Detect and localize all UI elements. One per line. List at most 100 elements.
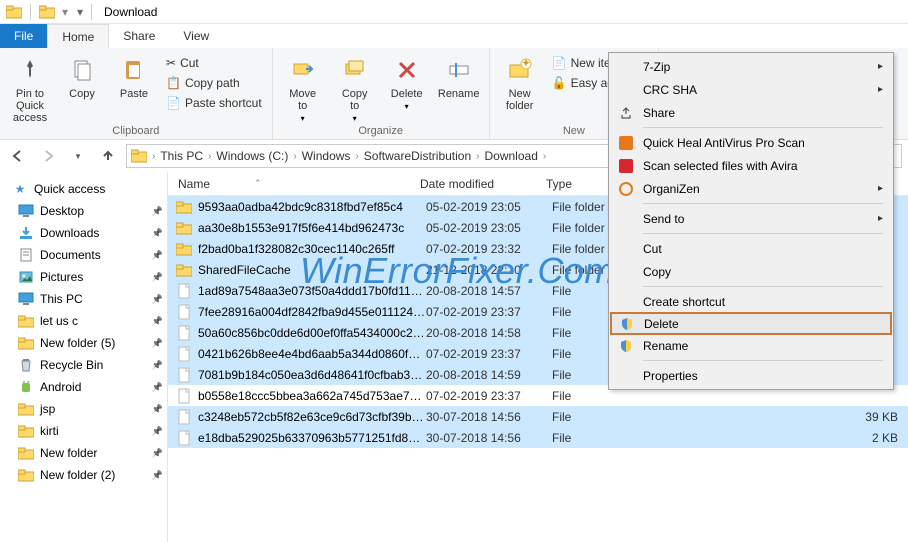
file-date: 07-02-2019 23:37 xyxy=(426,347,552,361)
ribbon-group-organize: Move to ▾ Copy to ▾ Delete ▾ Rename Orga… xyxy=(273,48,490,139)
ctx-avira[interactable]: Scan selected files with Avira xyxy=(611,154,891,177)
pin-icon: 📌 xyxy=(152,404,163,415)
sidebar-item[interactable]: Pictures📌 xyxy=(0,266,167,288)
ctx-7zip[interactable]: 7-Zip▸ xyxy=(611,55,891,78)
copy-path-button[interactable]: 📋Copy path xyxy=(162,74,266,92)
chevron-right-icon[interactable]: › xyxy=(473,151,482,162)
move-to-icon xyxy=(287,54,319,86)
sidebar-item[interactable]: New folder (2)📌 xyxy=(0,464,167,486)
sidebar-item-label: New folder xyxy=(40,446,97,460)
sidebar-item[interactable]: Downloads📌 xyxy=(0,222,167,244)
paste-shortcut-button[interactable]: 📄Paste shortcut xyxy=(162,94,266,112)
tab-home[interactable]: Home xyxy=(47,24,109,48)
share-icon xyxy=(615,106,637,120)
sidebar-item[interactable]: Android📌 xyxy=(0,376,167,398)
sidebar-icon xyxy=(18,225,34,241)
breadcrumb[interactable]: Windows (C:) xyxy=(216,149,288,163)
folder-icon[interactable] xyxy=(37,2,57,22)
ctx-create-shortcut[interactable]: Create shortcut xyxy=(611,290,891,313)
context-menu: 7-Zip▸ CRC SHA▸ Share Quick Heal AntiVir… xyxy=(608,52,894,390)
column-name[interactable]: Name⌃ xyxy=(168,177,420,191)
file-name: e18dba529025b63370963b5771251fd8b1c... xyxy=(198,431,426,445)
organizen-icon xyxy=(615,182,637,196)
submenu-arrow-icon: ▸ xyxy=(878,84,883,95)
copy-path-icon: 📋 xyxy=(166,76,181,90)
pin-icon: 📌 xyxy=(152,316,163,327)
ctx-separator xyxy=(643,127,883,128)
up-button[interactable] xyxy=(96,144,120,168)
file-name: SharedFileCache xyxy=(198,263,426,277)
sidebar-quick-access[interactable]: ★ Quick access xyxy=(0,178,167,200)
chevron-right-icon[interactable]: › xyxy=(205,151,214,162)
sidebar-item[interactable]: let us c 📌 xyxy=(0,310,167,332)
recent-dropdown[interactable]: ▾ xyxy=(66,144,90,168)
qat-dropdown-icon[interactable]: ▾ xyxy=(59,2,71,22)
sidebar-item[interactable]: jsp📌 xyxy=(0,398,167,420)
tab-share[interactable]: Share xyxy=(109,24,169,48)
rename-button[interactable]: Rename xyxy=(435,52,483,100)
sidebar-item[interactable]: New folder📌 xyxy=(0,442,167,464)
copy-to-button[interactable]: Copy to ▾ xyxy=(331,52,379,123)
ctx-crc-sha[interactable]: CRC SHA▸ xyxy=(611,78,891,101)
sidebar-icon xyxy=(18,445,34,461)
breadcrumb[interactable]: Download xyxy=(485,149,538,163)
back-button[interactable] xyxy=(6,144,30,168)
scissors-icon: ✂ xyxy=(166,56,176,70)
paste-shortcut-icon: 📄 xyxy=(166,96,181,110)
ctx-separator xyxy=(643,286,883,287)
sidebar-item[interactable]: Documents📌 xyxy=(0,244,167,266)
ctx-share[interactable]: Share xyxy=(611,101,891,124)
file-type: File xyxy=(552,389,632,403)
chevron-right-icon[interactable]: › xyxy=(290,151,299,162)
breadcrumb[interactable]: Windows xyxy=(302,149,351,163)
file-name: aa30e8b1553e917f5f6e414bd962473c xyxy=(198,221,426,235)
file-icon xyxy=(176,346,192,362)
file-size: 2 KB xyxy=(632,431,908,445)
title-bar: ▾ ▾ Download xyxy=(0,0,908,24)
file-name: b0558e18ccc5bbea3a662a745d753ae7be0... xyxy=(198,389,426,403)
pin-icon: 📌 xyxy=(152,272,163,283)
sidebar-icon xyxy=(18,313,34,329)
move-to-button[interactable]: Move to ▾ xyxy=(279,52,327,123)
ctx-cut[interactable]: Cut xyxy=(611,237,891,260)
ctx-organizen[interactable]: OrganiZen▸ xyxy=(611,177,891,200)
copy-button[interactable]: Copy xyxy=(58,52,106,100)
file-icon xyxy=(176,283,192,299)
column-date[interactable]: Date modified xyxy=(420,177,546,191)
chevron-right-icon[interactable]: › xyxy=(352,151,361,162)
table-row[interactable]: c3248eb572cb5f82e63ce9c6d73cfbf39b10...3… xyxy=(168,406,908,427)
tab-view[interactable]: View xyxy=(169,24,223,48)
pin-to-quick-access-button[interactable]: Pin to Quick access xyxy=(6,52,54,124)
sidebar-item[interactable]: This PC📌 xyxy=(0,288,167,310)
table-row[interactable]: e18dba529025b63370963b5771251fd8b1c...30… xyxy=(168,427,908,448)
ctx-quickheal[interactable]: Quick Heal AntiVirus Pro Scan xyxy=(611,131,891,154)
file-icon xyxy=(176,304,192,320)
ctx-rename[interactable]: Rename xyxy=(611,334,891,357)
ctx-delete[interactable]: Delete xyxy=(610,312,892,335)
sidebar-item[interactable]: New folder (5)📌 xyxy=(0,332,167,354)
pin-icon: 📌 xyxy=(152,228,163,239)
sidebar-item[interactable]: Recycle Bin📌 xyxy=(0,354,167,376)
forward-button[interactable] xyxy=(36,144,60,168)
file-name: 50a60c856bc0dde6d00ef0ffa5434000c25c... xyxy=(198,326,426,340)
breadcrumb[interactable]: This PC xyxy=(160,149,203,163)
sidebar-item[interactable]: kirti📌 xyxy=(0,420,167,442)
ctx-copy[interactable]: Copy xyxy=(611,260,891,283)
chevron-right-icon[interactable]: › xyxy=(540,151,549,162)
breadcrumb[interactable]: SoftwareDistribution xyxy=(364,149,471,163)
sidebar-item-label: Desktop xyxy=(40,204,84,218)
tab-file[interactable]: File xyxy=(0,24,47,48)
file-date: 21-12-2018 22:10 xyxy=(426,263,552,277)
new-folder-button[interactable]: ✦ New folder xyxy=(496,52,544,112)
sidebar-item-label: let us c xyxy=(40,314,78,328)
cut-button[interactable]: ✂Cut xyxy=(162,54,266,72)
ctx-properties[interactable]: Properties xyxy=(611,364,891,387)
ctx-send-to[interactable]: Send to▸ xyxy=(611,207,891,230)
delete-button[interactable]: Delete ▾ xyxy=(383,52,431,111)
file-icon xyxy=(176,409,192,425)
chevron-right-icon[interactable]: › xyxy=(149,151,158,162)
sidebar-icon xyxy=(18,203,34,219)
sidebar-item[interactable]: Desktop📌 xyxy=(0,200,167,222)
paste-button[interactable]: Paste xyxy=(110,52,158,100)
qat-overflow-icon[interactable]: ▾ xyxy=(73,2,87,22)
